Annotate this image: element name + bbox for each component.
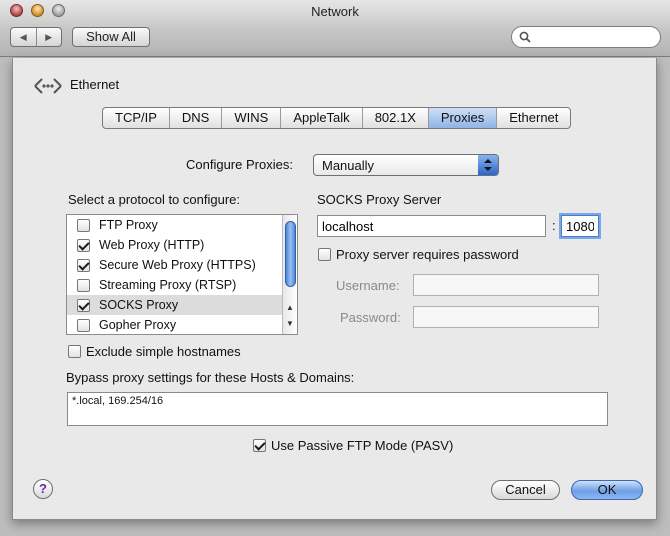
search-input[interactable] <box>534 29 654 45</box>
host-port-separator: : <box>552 218 556 233</box>
proxy-port-field[interactable] <box>561 215 599 237</box>
configure-proxies-label: Configure Proxies: <box>186 157 293 172</box>
configure-proxies-value: Manually <box>322 158 375 173</box>
configure-proxies-popup[interactable]: Manually <box>313 154 499 176</box>
gopher-proxy-checkbox[interactable] <box>77 318 90 332</box>
bypass-textarea[interactable]: *.local, 169.254/16 <box>67 392 608 426</box>
ok-button[interactable]: OK <box>571 480 643 500</box>
exclude-simple-label: Exclude simple hostnames <box>86 344 241 359</box>
proxy-host-field[interactable] <box>317 215 546 237</box>
username-label: Username: <box>336 278 400 293</box>
tab-wins[interactable]: WINS <box>221 108 280 128</box>
proxies-sheet: Ethernet TCP/IP DNS WINS AppleTalk 802.1… <box>12 58 657 520</box>
passive-ftp-checkbox[interactable] <box>253 439 266 452</box>
scrollbar-thumb[interactable] <box>285 221 296 287</box>
password-field[interactable] <box>413 306 599 328</box>
exclude-simple-checkbox[interactable] <box>68 345 81 358</box>
requires-password-checkbox[interactable] <box>318 248 331 261</box>
list-item[interactable]: Web Proxy (HTTP) <box>67 235 283 255</box>
back-forward-control: ◀ ▶ <box>10 27 62 47</box>
back-arrow-icon[interactable]: ◀ <box>11 28 36 46</box>
list-item-selected[interactable]: SOCKS Proxy <box>67 295 283 315</box>
cancel-button[interactable]: Cancel <box>491 480 560 500</box>
forward-arrow-icon[interactable]: ▶ <box>35 28 62 46</box>
passive-ftp-label: Use Passive FTP Mode (PASV) <box>271 438 454 453</box>
tab-tcpip[interactable]: TCP/IP <box>103 108 169 128</box>
ftp-proxy-checkbox[interactable] <box>77 218 90 232</box>
list-item-label: Gopher Proxy <box>99 318 177 332</box>
web-proxy-checkbox[interactable] <box>77 238 90 252</box>
bypass-label: Bypass proxy settings for these Hosts & … <box>66 370 355 385</box>
search-icon <box>519 31 531 43</box>
scroll-down-arrow-icon[interactable]: ▼ <box>286 319 294 328</box>
interface-name: Ethernet <box>70 77 120 92</box>
exclude-simple-row[interactable]: Exclude simple hostnames <box>68 344 241 359</box>
list-item-label: FTP Proxy <box>99 218 158 232</box>
password-label: Password: <box>340 310 401 325</box>
scroll-up-arrow-icon[interactable]: ▲ <box>286 303 294 312</box>
list-item-label: Streaming Proxy (RTSP) <box>99 278 237 292</box>
tab-appletalk[interactable]: AppleTalk <box>280 108 361 128</box>
list-item-label: Secure Web Proxy (HTTPS) <box>99 258 256 272</box>
username-field[interactable] <box>413 274 599 296</box>
show-all-button[interactable]: Show All <box>72 27 150 47</box>
tab-proxies[interactable]: Proxies <box>427 108 497 128</box>
list-item-label: SOCKS Proxy <box>99 298 179 312</box>
passive-ftp-row[interactable]: Use Passive FTP Mode (PASV) <box>253 438 453 453</box>
help-button[interactable]: ? <box>33 479 53 499</box>
list-item[interactable]: Secure Web Proxy (HTTPS) <box>67 255 283 275</box>
popup-arrows-icon <box>478 155 498 175</box>
settings-tabs: TCP/IP DNS WINS AppleTalk 802.1X Proxies… <box>102 107 572 129</box>
ethernet-icon <box>34 78 62 94</box>
protocol-list-label: Select a protocol to configure: <box>68 192 240 207</box>
search-field[interactable] <box>511 26 661 48</box>
window-titlebar: Network ◀ ▶ Show All <box>0 0 670 57</box>
secure-web-proxy-checkbox[interactable] <box>77 258 90 272</box>
tab-dns[interactable]: DNS <box>168 108 221 128</box>
list-item[interactable]: FTP Proxy <box>67 215 283 235</box>
socks-proxy-checkbox[interactable] <box>77 298 90 312</box>
list-item[interactable]: Gopher Proxy <box>67 315 283 335</box>
window-title: Network <box>311 4 359 19</box>
tab-8021x[interactable]: 802.1X <box>361 108 428 128</box>
protocol-list: FTP Proxy Web Proxy (HTTP) Secure Web Pr… <box>66 214 298 335</box>
tab-ethernet[interactable]: Ethernet <box>496 108 570 128</box>
list-item-label: Web Proxy (HTTP) <box>99 238 205 252</box>
requires-password-row[interactable]: Proxy server requires password <box>318 247 519 262</box>
proxy-server-label: SOCKS Proxy Server <box>317 192 442 207</box>
streaming-proxy-checkbox[interactable] <box>77 278 90 292</box>
requires-password-label: Proxy server requires password <box>336 247 519 262</box>
list-item[interactable]: Streaming Proxy (RTSP) <box>67 275 283 295</box>
protocol-list-scrollbar[interactable]: ▲ ▼ <box>282 215 297 334</box>
